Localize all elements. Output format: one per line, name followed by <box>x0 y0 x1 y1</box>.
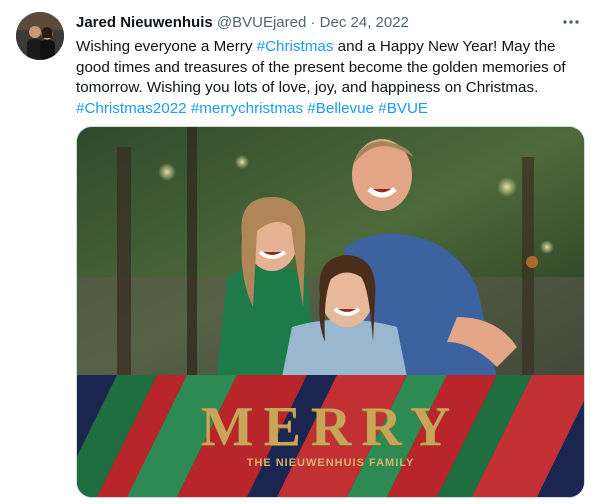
hashtag-bellevue[interactable]: #Bellevue <box>307 100 374 117</box>
tweet-card[interactable]: Jared Nieuwenhuis @BVUEjared · Dec 24, 2… <box>0 0 601 504</box>
separator: · <box>310 14 316 31</box>
more-horizontal-icon[interactable] <box>559 12 583 32</box>
tweet-text: Wishing everyone a Merry #Christmas and … <box>76 37 581 119</box>
avatar-image <box>16 12 64 60</box>
display-name[interactable]: Jared Nieuwenhuis <box>76 14 213 31</box>
card-headline: MERRY <box>200 396 461 458</box>
card-subline: THE NIEUWENHUIS FAMILY <box>246 457 415 469</box>
tweet-date[interactable]: Dec 24, 2022 <box>320 14 409 31</box>
hashtag-christmas2022[interactable]: #Christmas2022 <box>76 100 187 117</box>
card-caption: MERRY THE NIEUWENHUIS FAMILY <box>77 375 584 497</box>
handle[interactable]: @BVUEjared <box>217 14 306 31</box>
tweet-header: Jared Nieuwenhuis @BVUEjared · Dec 24, 2… <box>76 13 551 33</box>
text-part: Wishing everyone a Merry <box>76 38 257 55</box>
tweet-photo[interactable]: MERRY THE NIEUWENHUIS FAMILY <box>76 126 585 498</box>
avatar[interactable] <box>16 12 64 60</box>
hashtag-merrychristmas[interactable]: #merrychristmas <box>191 100 303 117</box>
hashtag-bvue[interactable]: #BVUE <box>378 100 428 117</box>
hashtag-christmas[interactable]: #Christmas <box>257 38 334 55</box>
